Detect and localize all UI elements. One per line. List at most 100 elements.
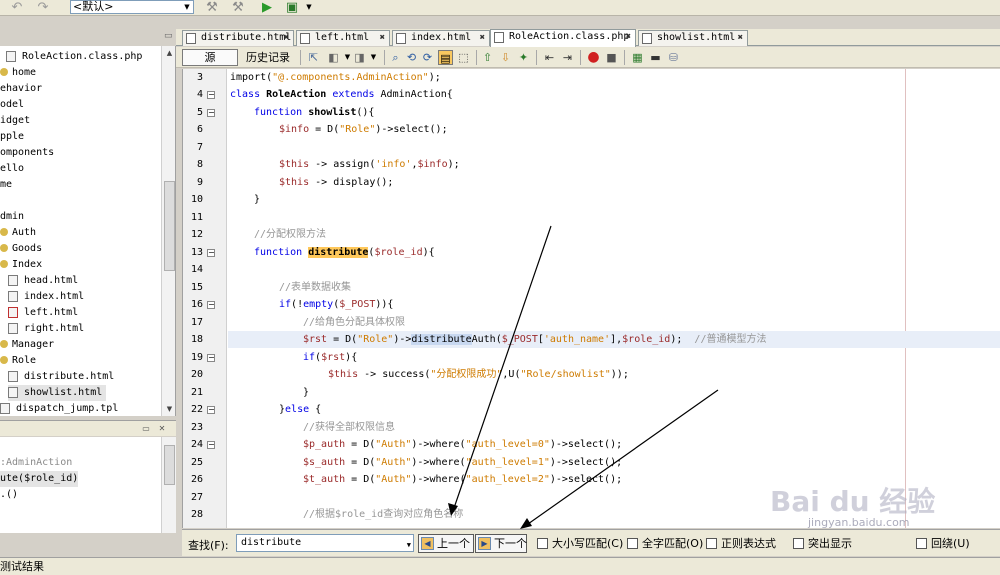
prev-bookmark-icon[interactable]: ⇧: [480, 50, 495, 65]
find-previous-icon[interactable]: ⟲: [404, 50, 419, 65]
run-icon[interactable]: ▶: [258, 0, 276, 15]
debug-icon[interactable]: ▣: [283, 0, 301, 15]
encoding-select[interactable]: <默认> ▼: [70, 0, 194, 14]
chevron-down-icon[interactable]: ▼: [407, 537, 411, 553]
tree-item[interactable]: right.html: [8, 321, 84, 337]
tree-item[interactable]: Index: [0, 257, 42, 273]
hammer-icon[interactable]: ⚒: [203, 0, 221, 15]
tree-item[interactable]: me: [0, 177, 12, 193]
tree-item[interactable]: idget: [0, 113, 30, 129]
stop-macro-icon[interactable]: ■: [604, 50, 619, 65]
fold-toggle-icon[interactable]: −: [207, 354, 215, 362]
fold-toggle-icon[interactable]: −: [207, 109, 215, 117]
comment-icon[interactable]: ▦: [630, 50, 645, 65]
tab-index-html[interactable]: index.html ✖: [392, 30, 490, 46]
checkbox-box[interactable]: [627, 538, 638, 549]
toggle-highlight-icon[interactable]: ▤: [438, 50, 453, 65]
close-icon[interactable]: ✖: [380, 31, 385, 45]
tree-item[interactable]: Goods: [0, 241, 42, 257]
scroll-up-icon[interactable]: ▲: [162, 46, 175, 60]
tree-item[interactable]: index.html: [8, 289, 84, 305]
redo-icon[interactable]: ↷: [34, 0, 52, 15]
checkbox-box[interactable]: [706, 538, 717, 549]
tree-item[interactable]: ehavior: [0, 81, 42, 97]
tree-item[interactable]: left.html: [8, 305, 78, 321]
tree-scrollbar[interactable]: ▲ ▼: [161, 46, 175, 416]
scroll-thumb[interactable]: [164, 181, 175, 271]
whole-word-checkbox[interactable]: 全字匹配(O): [627, 538, 703, 550]
tree-item[interactable]: Manager: [0, 337, 54, 353]
back-icon[interactable]: ◧: [326, 50, 341, 65]
tree-item[interactable]: home: [0, 65, 36, 81]
undo-icon[interactable]: ↶: [8, 0, 26, 15]
shift-left-icon[interactable]: ⇤: [542, 50, 557, 65]
nav-item-class[interactable]: :AdminAction: [0, 455, 72, 471]
forward-dropdown-icon[interactable]: ▼: [366, 50, 381, 65]
close-icon[interactable]: ✖: [738, 31, 743, 45]
tab-left-html[interactable]: left.html ✖: [296, 30, 390, 46]
html-file-icon: [8, 290, 18, 302]
find-previous-button[interactable]: ◀ 上一个: [418, 534, 474, 553]
tab-roleaction-class-php[interactable]: RoleAction.class.php ✖: [490, 29, 636, 47]
tree-item-label: omponents: [0, 147, 55, 158]
fold-toggle-icon[interactable]: −: [207, 301, 215, 309]
tree-item[interactable]: omponents: [0, 145, 54, 161]
tree-item[interactable]: dmin: [0, 209, 24, 225]
database-icon[interactable]: ⛁: [666, 50, 681, 65]
close-icon[interactable]: ✖: [284, 31, 289, 45]
tree-item[interactable]: Role: [0, 353, 36, 369]
regex-checkbox[interactable]: 正则表达式: [706, 538, 776, 550]
tree-item[interactable]: pple: [0, 129, 24, 145]
highlight-checkbox[interactable]: 突出显示: [793, 538, 852, 550]
close-icon[interactable]: ✖: [626, 30, 631, 44]
toggle-selection-icon[interactable]: ⬚: [456, 50, 471, 65]
close-icon[interactable]: ✕: [156, 423, 168, 434]
find-next-icon[interactable]: ⟳: [420, 50, 435, 65]
code-token: 'auth_name': [543, 334, 611, 345]
tree-item[interactable]: RoleAction.class.php: [6, 49, 142, 65]
tree-item[interactable]: dispatch_jump.tpl: [0, 401, 118, 416]
tab-distribute-html[interactable]: distribute.html ✖: [182, 30, 294, 46]
minimize-icon[interactable]: ▭: [140, 423, 152, 434]
fold-toggle-icon[interactable]: −: [207, 249, 215, 257]
find-next-button[interactable]: ▶ 下一个: [475, 534, 527, 553]
tree-item[interactable]: head.html: [8, 273, 78, 289]
code-editor[interactable]: 3 4 5 6 7 8 9 10 11 12 13 14 15 16 17 18…: [182, 69, 1000, 528]
clean-build-icon[interactable]: ⚒: [229, 0, 247, 15]
nav-item-method-selected[interactable]: ute($role_id): [0, 471, 79, 487]
tree-item[interactable]: distribute.html: [8, 369, 114, 385]
fold-toggle-icon[interactable]: −: [207, 406, 215, 414]
navigator-header: ▭ ✕: [0, 420, 176, 436]
forward-icon[interactable]: ◨: [352, 50, 367, 65]
toggle-bookmark-icon[interactable]: ✦: [516, 50, 531, 65]
tree-item[interactable]: odel: [0, 97, 24, 113]
fold-toggle-icon[interactable]: −: [207, 441, 215, 449]
find-icon[interactable]: ⌕: [388, 50, 403, 65]
debug-dropdown-icon[interactable]: ▼: [300, 0, 318, 15]
shift-right-icon[interactable]: ⇥: [560, 50, 575, 65]
record-macro-icon[interactable]: ●: [586, 50, 601, 65]
checkbox-box[interactable]: [916, 538, 927, 549]
uncomment-icon[interactable]: ▬: [648, 50, 663, 65]
test-results-tab[interactable]: 测试结果: [0, 560, 44, 573]
source-button[interactable]: 源: [182, 49, 238, 66]
checkbox-box[interactable]: [793, 538, 804, 549]
tree-item-selected[interactable]: showlist.html: [8, 385, 107, 401]
nav-item-method[interactable]: .(): [0, 487, 18, 503]
tree-item[interactable]: ello: [0, 161, 24, 177]
find-input[interactable]: distribute ▼: [236, 534, 414, 552]
close-icon[interactable]: ✖: [480, 31, 485, 45]
history-button[interactable]: 历史记录: [246, 49, 290, 66]
scroll-down-icon[interactable]: ▼: [162, 402, 175, 416]
tree-item[interactable]: Auth: [0, 225, 36, 241]
checkbox-box[interactable]: [537, 538, 548, 549]
last-edit-icon[interactable]: ⇱: [306, 50, 321, 65]
tabs-scroll-left-icon[interactable]: ▭: [164, 31, 173, 41]
navigator-scrollbar[interactable]: [161, 437, 176, 533]
scroll-thumb[interactable]: [164, 445, 175, 485]
wrap-checkbox[interactable]: 回绕(U): [916, 538, 970, 550]
tab-showlist-html[interactable]: showlist.html ✖: [638, 30, 748, 46]
next-bookmark-icon[interactable]: ⇩: [498, 50, 513, 65]
fold-toggle-icon[interactable]: −: [207, 91, 215, 99]
match-case-checkbox[interactable]: 大小写匹配(C): [537, 538, 623, 550]
